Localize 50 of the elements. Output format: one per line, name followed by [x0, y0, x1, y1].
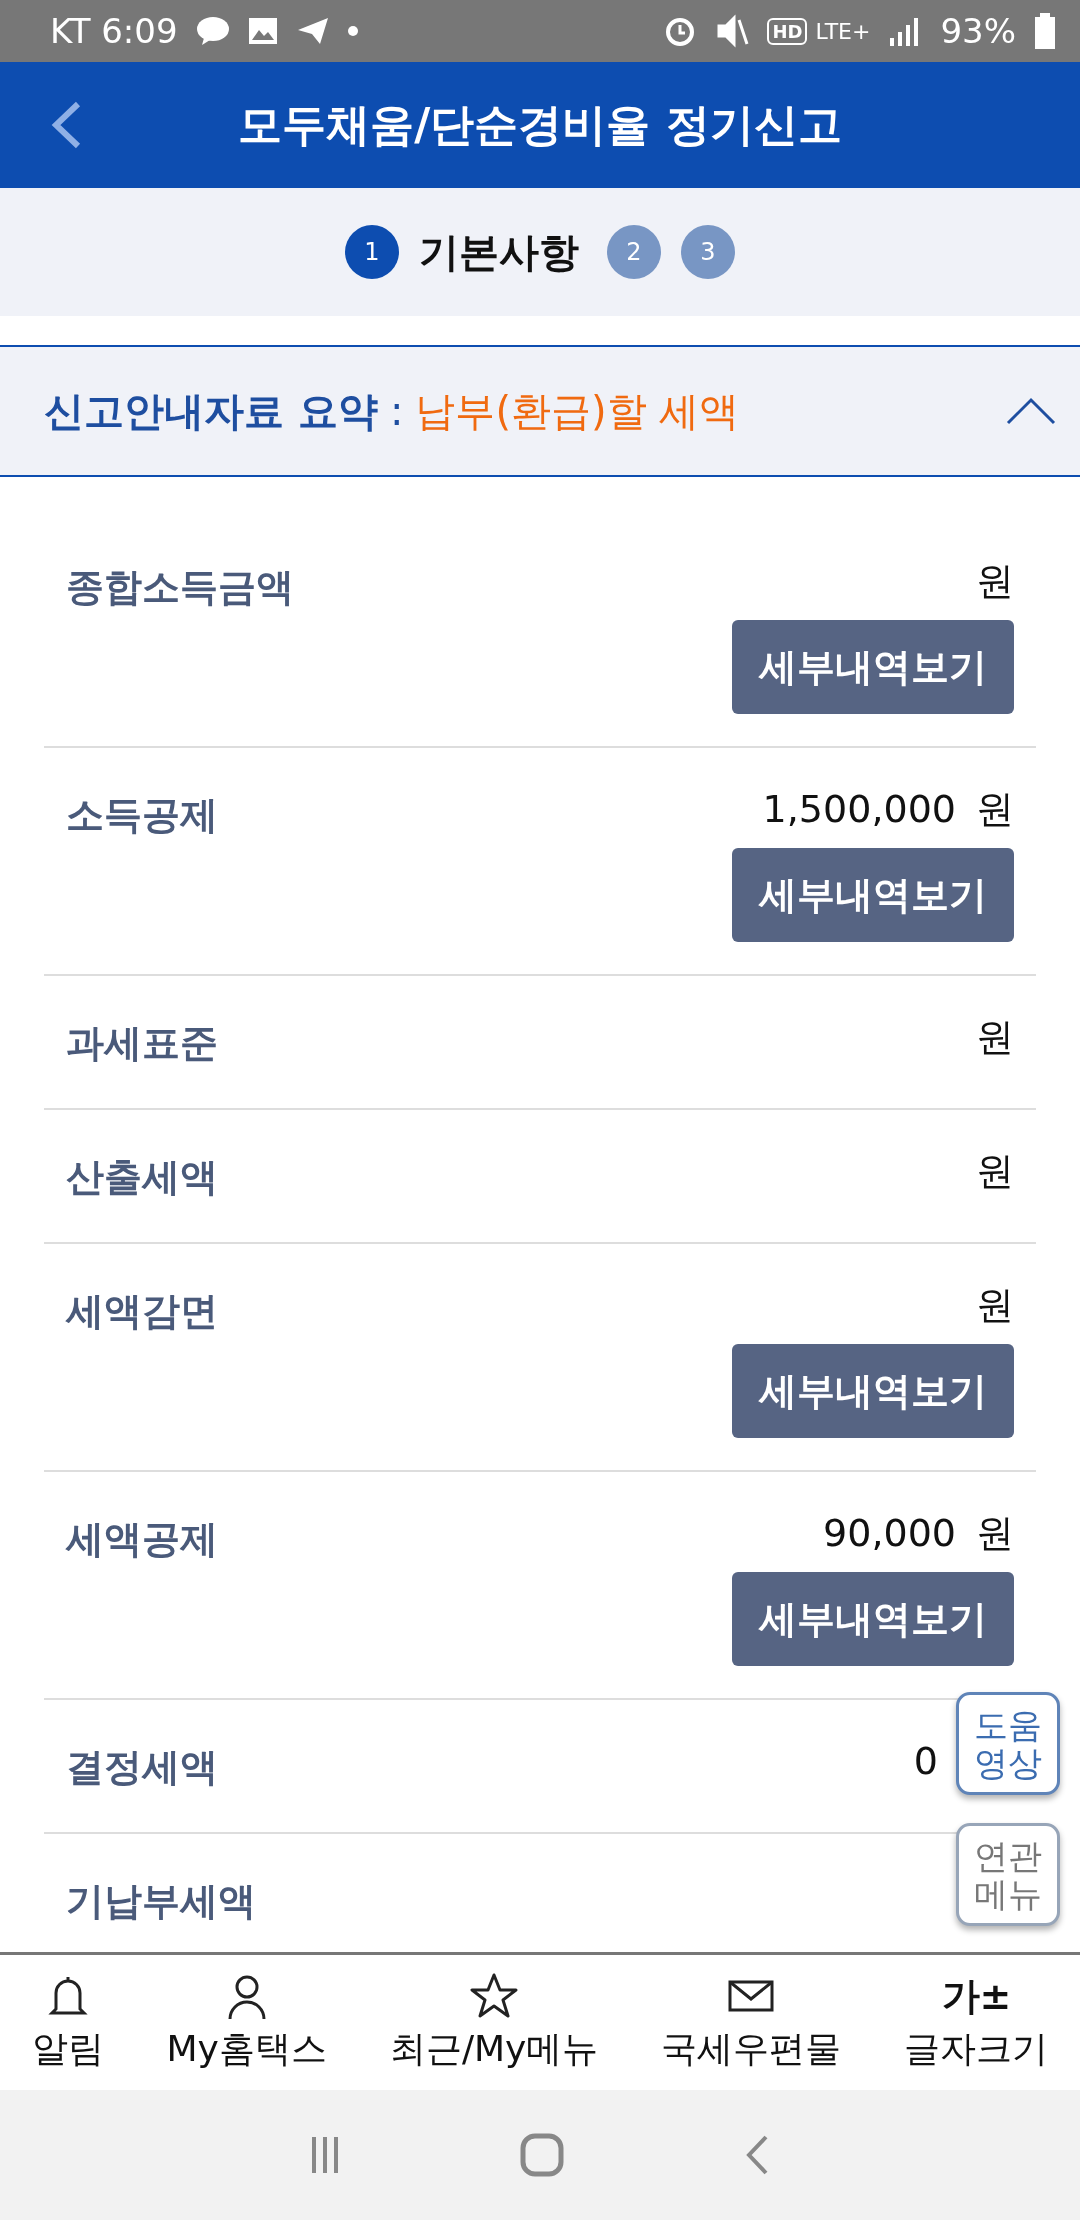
- row-label: 종합소득금액: [66, 564, 294, 611]
- summary-highlight: 납부(환급)할 세액: [415, 386, 740, 436]
- summary-title: 신고안내자료 요약: [44, 386, 378, 436]
- row-label: 소득공제: [66, 792, 218, 839]
- currency-unit: 원: [976, 1509, 1014, 1557]
- network-type: LTE+: [815, 18, 871, 44]
- details-button[interactable]: 세부내역보기: [732, 1344, 1014, 1438]
- summary-separator: :: [389, 388, 404, 434]
- row-label: 기납부세액: [66, 1878, 256, 1925]
- details-button[interactable]: 세부내역보기: [732, 1572, 1014, 1666]
- nav-item[interactable]: 알림: [31, 1971, 104, 2074]
- page-title: 모두채움/단순경비율 정기신고: [237, 97, 843, 152]
- amount-value: 90,000: [823, 1511, 956, 1555]
- row-label: 산출세액: [66, 1154, 218, 1201]
- step-number[interactable]: 3: [681, 225, 735, 279]
- details-button[interactable]: 세부내역보기: [732, 848, 1014, 942]
- details-button[interactable]: 세부내역보기: [732, 620, 1014, 714]
- hd-badge: HD: [767, 17, 808, 45]
- battery-icon: [1034, 13, 1056, 49]
- row-label: 결정세액: [66, 1744, 218, 1791]
- back-icon[interactable]: [744, 2134, 770, 2176]
- image-icon: [247, 17, 278, 45]
- chevron-icon[interactable]: [1006, 396, 1056, 426]
- step-label: 기본사항: [419, 227, 579, 277]
- step-number[interactable]: 1: [345, 225, 399, 279]
- step-number[interactable]: 2: [607, 225, 661, 279]
- amount-value: 0: [913, 1739, 938, 1783]
- dot-icon: [347, 26, 358, 36]
- floating-menu-button[interactable]: 도움 영상: [956, 1692, 1060, 1795]
- currency-unit: 원: [976, 1013, 1014, 1061]
- row-label: 과세표준: [66, 1020, 218, 1067]
- nav-item[interactable]: 가± 글자크기: [904, 1971, 1049, 2074]
- currency-unit: 원: [976, 1281, 1014, 1329]
- home-icon[interactable]: [520, 2133, 564, 2177]
- nav-item[interactable]: 최근/My메뉴: [389, 1971, 599, 2074]
- currency-unit: 원: [976, 785, 1014, 833]
- summary-bar[interactable]: 신고안내자료 요약 : 납부(환급)할 세액: [0, 345, 1080, 477]
- mute-icon: [715, 14, 750, 48]
- carrier-time: KT 6:09: [50, 11, 178, 51]
- currency-unit: 원: [976, 557, 1014, 605]
- nav-item[interactable]: 국세우편물: [661, 1971, 842, 2074]
- row-label: 세액공제: [66, 1516, 218, 1563]
- floating-menu-button[interactable]: 연관 메뉴: [956, 1823, 1060, 1926]
- currency-unit: 원: [976, 1147, 1014, 1195]
- battery-percent: 93%: [940, 11, 1016, 51]
- row-label: 세액감면: [66, 1288, 218, 1335]
- nav-item[interactable]: My홈택스: [166, 1971, 327, 2074]
- amount-value: 1,500,000: [762, 787, 956, 831]
- chat-icon: [195, 16, 230, 46]
- recent-apps-icon[interactable]: [310, 2135, 340, 2175]
